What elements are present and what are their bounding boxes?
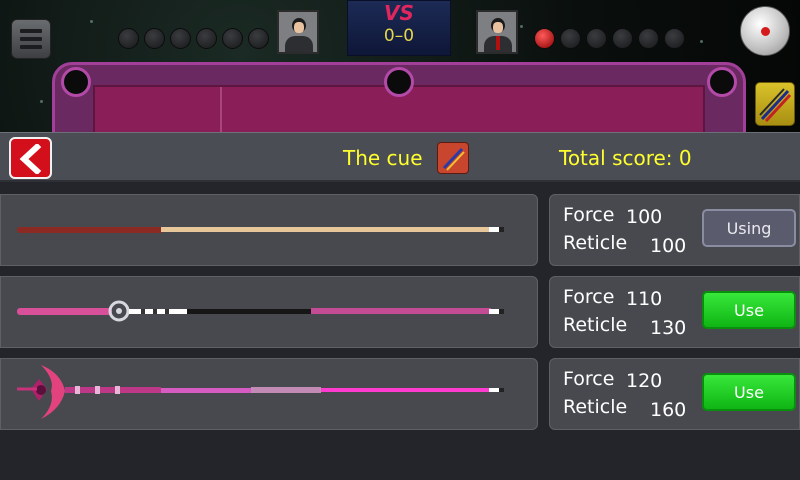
cue-image-panel	[0, 276, 538, 348]
cue-title-icon	[437, 142, 469, 174]
player1-ball-tracker	[118, 28, 269, 49]
cue-row: Force 100 Reticle 100 Using	[0, 194, 800, 266]
table-pocket	[384, 67, 414, 97]
reticle-label: Reticle	[563, 396, 628, 418]
player2-avatar[interactable]	[476, 10, 518, 54]
total-score: Total score: 0	[559, 146, 692, 170]
use-button[interactable]: Use	[702, 291, 796, 329]
cue-row: Force 110 Reticle 130 Use	[0, 276, 800, 348]
using-button[interactable]: Using	[702, 209, 796, 247]
vs-scoreboard: VS 0–0	[347, 0, 451, 56]
reticle-label: Reticle	[563, 232, 628, 254]
force-label: Force	[563, 204, 615, 226]
cue-image-panel	[0, 194, 538, 266]
cue-panel-header: The cue Total score: 0	[0, 132, 800, 182]
reticle-value: 100	[650, 235, 687, 257]
reticle-value: 130	[650, 317, 687, 339]
empty-ball-slot	[222, 28, 243, 49]
player2-ball-tracker	[534, 28, 685, 49]
game-background: VS 0–0	[0, 0, 800, 132]
winged-magenta-cue-image	[17, 365, 504, 419]
back-arrow-icon	[19, 144, 42, 174]
vs-label: VS	[384, 1, 414, 25]
force-value: 100	[626, 206, 663, 228]
cue-stats: Force 120 Reticle 160 Use	[549, 358, 800, 430]
cue-stats: Force 100 Reticle 100 Using	[549, 194, 800, 266]
panel-title: The cue	[343, 146, 423, 170]
empty-ball-slot	[664, 28, 685, 49]
empty-ball-slot	[196, 28, 217, 49]
empty-ball-slot	[248, 28, 269, 49]
empty-ball-slot	[118, 28, 139, 49]
back-button[interactable]	[9, 137, 52, 179]
player1-avatar[interactable]	[277, 10, 319, 54]
pool-table	[52, 62, 746, 132]
empty-ball-slot	[586, 28, 607, 49]
table-pocket	[707, 67, 737, 97]
force-value: 120	[626, 370, 663, 392]
cue-ball-icon[interactable]	[740, 6, 790, 56]
match-score: 0–0	[383, 26, 415, 46]
empty-ball-slot	[170, 28, 191, 49]
force-label: Force	[563, 286, 615, 308]
cue-image-panel	[0, 358, 538, 430]
empty-ball-slot	[144, 28, 165, 49]
reticle-value: 160	[650, 399, 687, 421]
empty-ball-slot	[560, 28, 581, 49]
menu-icon[interactable]	[11, 19, 51, 59]
cue-row: Force 120 Reticle 160 Use	[0, 358, 800, 430]
use-button[interactable]: Use	[702, 373, 796, 411]
classic-cue-image	[17, 227, 504, 233]
empty-ball-slot	[612, 28, 633, 49]
baulk-line	[220, 87, 222, 132]
potted-ball-icon	[534, 28, 555, 49]
reticle-label: Reticle	[563, 314, 628, 336]
force-label: Force	[563, 368, 615, 390]
cue-shop-icon[interactable]	[755, 82, 795, 126]
force-value: 110	[626, 288, 663, 310]
cue-stats: Force 110 Reticle 130 Use	[549, 276, 800, 348]
table-pocket	[61, 67, 91, 97]
pink-ornate-cue-image	[17, 300, 504, 322]
empty-ball-slot	[638, 28, 659, 49]
